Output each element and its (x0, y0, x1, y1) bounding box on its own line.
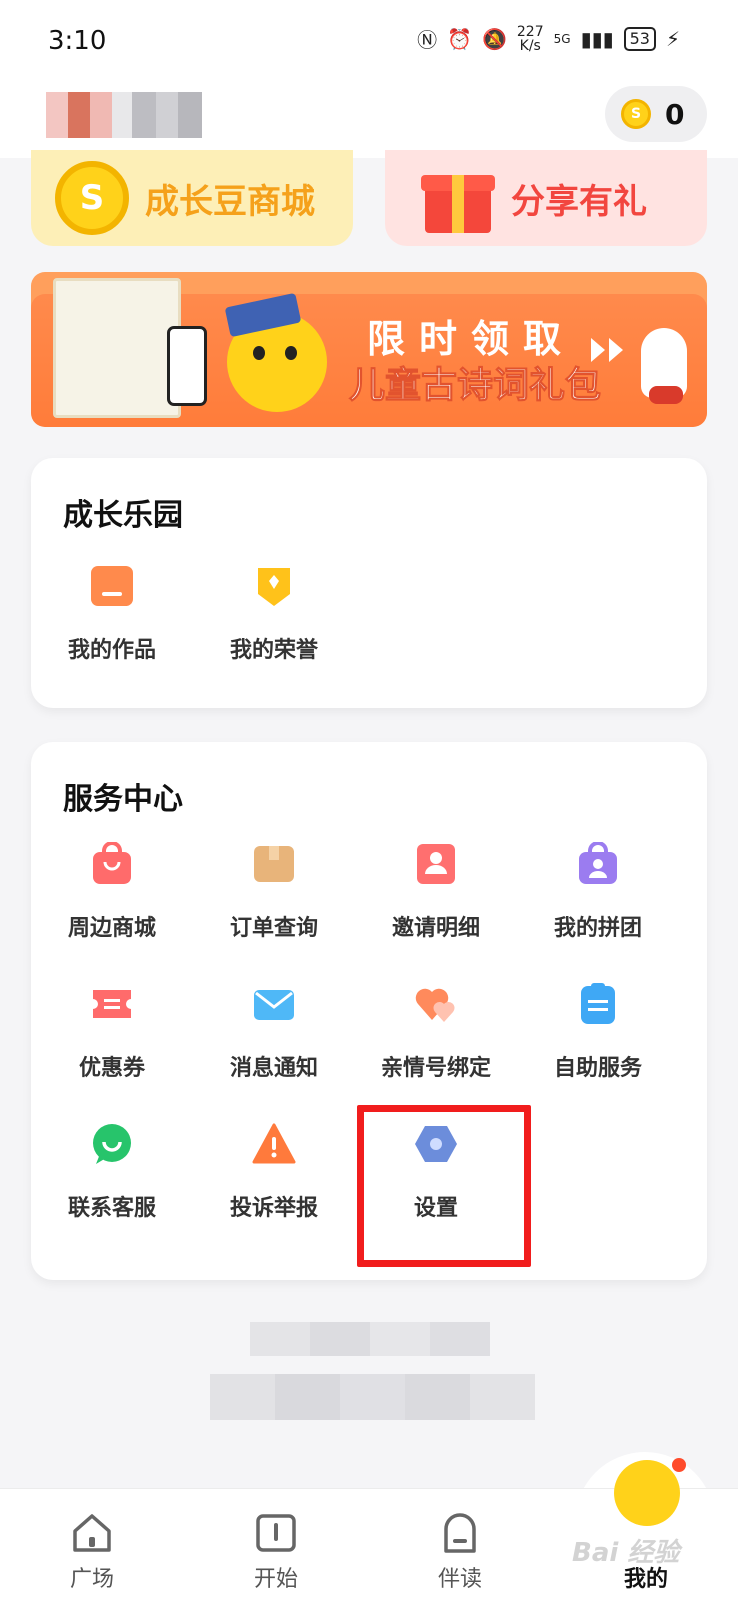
clipboard-icon (581, 983, 615, 1024)
mall-label: 成长豆商城 (145, 181, 315, 222)
network-type: 5G (553, 31, 571, 46)
share-gift-card[interactable]: 分享有礼 (385, 150, 707, 246)
mute-icon: 🔕 (481, 26, 507, 51)
notification-dot (672, 1458, 686, 1472)
backpack-icon (444, 1513, 476, 1553)
honor-icon (258, 568, 290, 606)
banner-headline: 限时领取 (366, 317, 576, 361)
gift-icon (421, 163, 495, 233)
coin-icon: S (55, 161, 129, 235)
status-icons: Ⓝ ⏰ 🔕 227 K/s 5G ▮▮▮ 53 ⚡ (417, 24, 680, 53)
nfc-icon: Ⓝ (417, 28, 438, 52)
merch-mall-item[interactable]: 周边商城 (31, 842, 193, 962)
package-icon (254, 846, 294, 882)
contact-support-item[interactable]: 联系客服 (31, 1122, 193, 1242)
family-binding-item[interactable]: 亲情号绑定 (355, 982, 517, 1102)
heart-icon (415, 988, 455, 1022)
section-title: 服务中心 (63, 782, 183, 817)
signal-icon: ▮▮▮ (580, 26, 614, 51)
coin-icon: S (621, 99, 651, 129)
coupon-icon (93, 990, 131, 1018)
arrow-icon (609, 338, 623, 362)
warning-icon (252, 1123, 296, 1164)
works-icon (91, 566, 133, 606)
group-buy-icon (579, 842, 617, 884)
tab-plaza[interactable]: 广场 (0, 1489, 184, 1600)
home-icon (73, 1514, 111, 1552)
charging-icon: ⚡ (665, 26, 680, 51)
growth-park-panel: 成长乐园 我的作品 我的荣誉 (31, 458, 707, 708)
coupon-item[interactable]: 优惠券 (31, 982, 193, 1102)
coin-count: 0 (665, 97, 685, 131)
avatar[interactable] (46, 92, 206, 138)
phone-image (167, 326, 207, 406)
chick-avatar-icon[interactable] (614, 1460, 680, 1526)
shopping-bag-icon (93, 842, 131, 884)
share-label: 分享有礼 (511, 181, 647, 222)
poetry-book-image (53, 278, 181, 418)
alarm-icon: ⏰ (447, 26, 472, 51)
my-group-buy-item[interactable]: 我的拼团 (517, 842, 679, 962)
my-honor-item[interactable]: 我的荣誉 (193, 564, 355, 684)
self-service-item[interactable]: 自助服务 (517, 982, 679, 1102)
section-title: 成长乐园 (63, 498, 183, 533)
tab-companion-reading[interactable]: 伴读 (368, 1489, 552, 1600)
chat-icon (93, 1124, 131, 1164)
arrow-icon (591, 338, 605, 362)
banner-subtitle: 儿童古诗词礼包 (348, 365, 601, 407)
status-bar: 3:10 Ⓝ ⏰ 🔕 227 K/s 5G ▮▮▮ 53 ⚡ (0, 0, 738, 80)
book-icon (256, 1514, 296, 1552)
profile-header: S 0 (0, 80, 738, 158)
complaint-report-item[interactable]: 投诉举报 (193, 1122, 355, 1242)
tab-start[interactable]: 开始 (184, 1489, 368, 1600)
network-speed: 227 K/s (516, 23, 544, 54)
highlight-box (357, 1105, 531, 1267)
battery-icon: 53 (623, 26, 656, 51)
order-query-item[interactable]: 订单查询 (193, 842, 355, 962)
my-works-item[interactable]: 我的作品 (31, 564, 193, 684)
watermark: Bai 经验 (572, 1538, 680, 1568)
invite-icon (417, 844, 455, 884)
poetry-gift-banner[interactable]: 限时领取 儿童古诗词礼包 (31, 272, 707, 427)
coin-balance[interactable]: S 0 (605, 86, 707, 142)
invite-details-item[interactable]: 邀请明细 (355, 842, 517, 962)
blurred-text (210, 1374, 535, 1420)
growth-bean-mall-card[interactable]: S 成长豆商城 (31, 150, 353, 246)
status-time: 3:10 (48, 26, 107, 56)
notifications-item[interactable]: 消息通知 (193, 982, 355, 1102)
blurred-text (250, 1322, 490, 1356)
mail-icon (254, 990, 294, 1020)
